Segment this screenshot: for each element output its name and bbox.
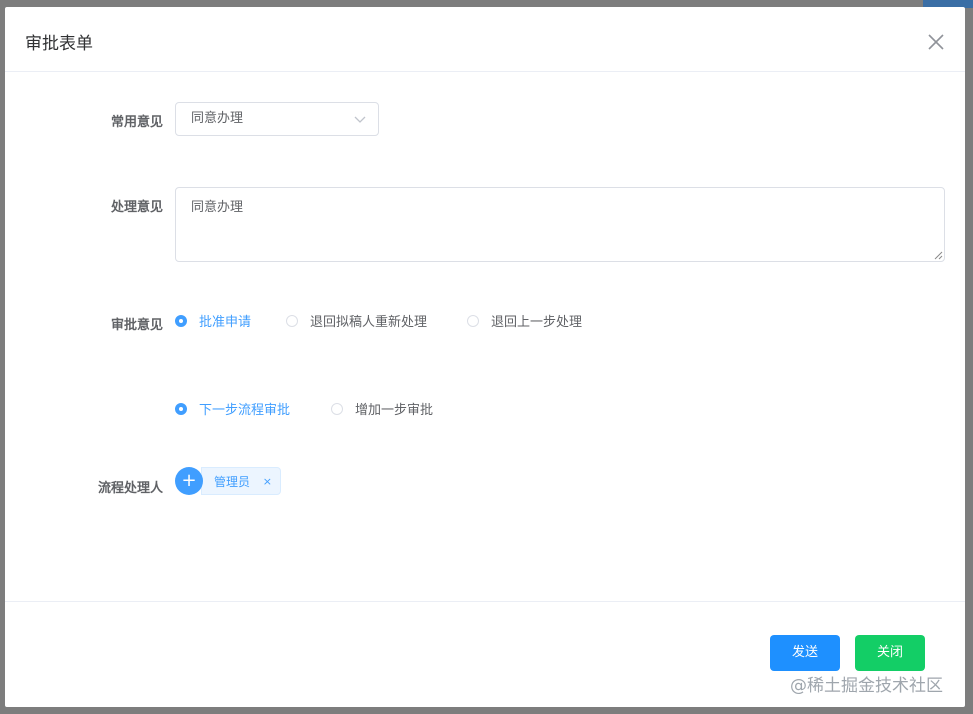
radio-add-approval-step[interactable]: 增加一步审批 bbox=[331, 399, 433, 418]
radio-return-drafter[interactable]: 退回拟稿人重新处理 bbox=[286, 311, 427, 330]
chevron-down-icon bbox=[354, 116, 366, 123]
footer-divider bbox=[5, 601, 965, 602]
handling-opinion-label: 处理意见 bbox=[110, 200, 163, 215]
common-opinion-select[interactable]: 同意办理 bbox=[175, 102, 379, 136]
send-button[interactable]: 发送 bbox=[770, 635, 840, 671]
handling-opinion-value: 同意办理 bbox=[191, 200, 244, 215]
close-icon bbox=[928, 34, 944, 50]
handler-tag: 管理员 × bbox=[201, 467, 281, 495]
radio-dot bbox=[331, 402, 343, 415]
process-handler-label: 流程处理人 bbox=[97, 481, 163, 496]
add-handler-button[interactable]: + bbox=[175, 467, 203, 495]
handler-tag-label: 管理员 bbox=[214, 474, 251, 489]
radio-dot bbox=[467, 314, 479, 327]
radio-return-previous[interactable]: 退回上一步处理 bbox=[467, 311, 582, 330]
radio-label: 退回上一步处理 bbox=[491, 315, 583, 330]
radio-approve-request[interactable]: 批准申请 bbox=[175, 311, 251, 330]
radio-label: 增加一步审批 bbox=[355, 403, 434, 418]
dialog-title: 审批表单 bbox=[25, 34, 93, 54]
dialog-header: 审批表单 bbox=[5, 7, 965, 72]
radio-dot bbox=[175, 402, 187, 415]
tag-close-icon[interactable]: × bbox=[263, 475, 272, 488]
radio-label: 下一步流程审批 bbox=[199, 403, 291, 418]
radio-next-step-approval[interactable]: 下一步流程审批 bbox=[175, 399, 290, 418]
radio-label: 退回拟稿人重新处理 bbox=[310, 315, 428, 330]
approval-opinion-label: 审批意见 bbox=[110, 318, 163, 333]
approval-dialog: 审批表单 常用意见 同意办理 处理意见 同意办理 审批意见 批准申请 退回拟稿人… bbox=[5, 7, 965, 707]
watermark: @稀土掘金技术社区 bbox=[790, 676, 943, 696]
radio-dot bbox=[175, 314, 187, 327]
close-button[interactable]: 关闭 bbox=[855, 635, 925, 671]
radio-label: 批准申请 bbox=[199, 315, 252, 330]
resize-grip-icon[interactable] bbox=[934, 251, 943, 260]
plus-icon: + bbox=[181, 470, 197, 491]
common-opinion-value: 同意办理 bbox=[191, 111, 244, 126]
handling-opinion-textarea[interactable]: 同意办理 bbox=[175, 187, 945, 262]
close-dialog-button[interactable] bbox=[925, 31, 947, 53]
common-opinion-label: 常用意见 bbox=[110, 115, 163, 130]
radio-dot bbox=[286, 314, 298, 327]
